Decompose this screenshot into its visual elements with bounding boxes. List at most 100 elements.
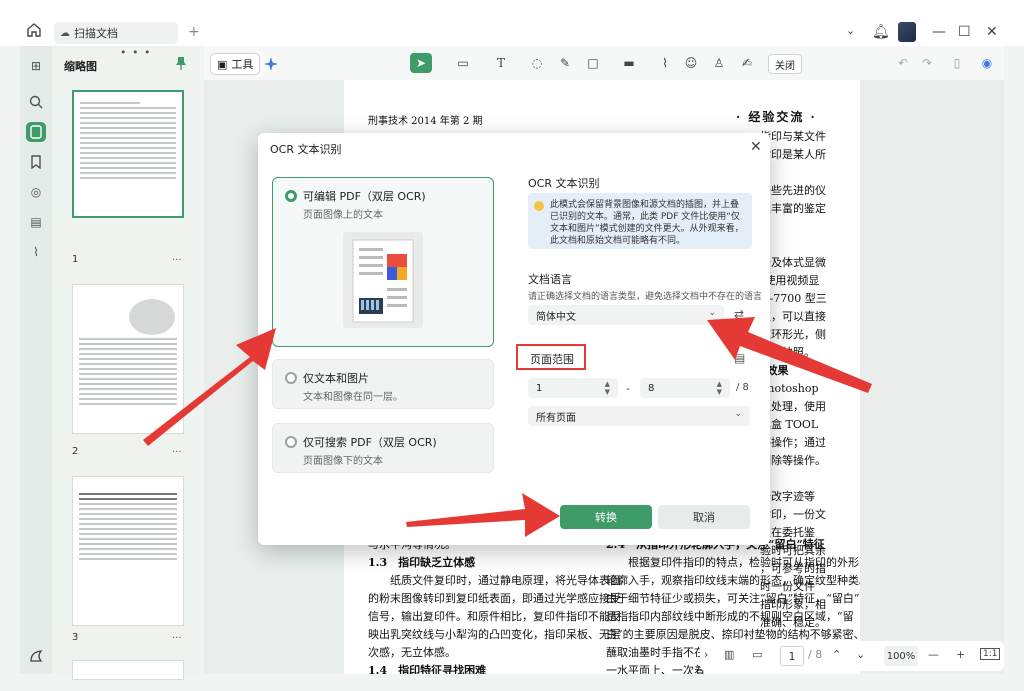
document-tab[interactable]: ☁ 扫描文档: [54, 22, 178, 44]
thumbnail-more-button[interactable]: ...: [172, 444, 182, 455]
text-line: 次感，无立体感。: [368, 646, 456, 659]
text-line: 直接拍照。: [760, 346, 815, 359]
comment-icon[interactable]: ◌: [528, 54, 546, 72]
page-thumbnail-2[interactable]: [72, 284, 184, 434]
thumbnail-more-button[interactable]: ...: [172, 252, 182, 263]
text-line: 指印是某人所: [760, 148, 826, 161]
convert-button[interactable]: 转换: [560, 505, 652, 529]
new-tab-button[interactable]: +: [188, 24, 200, 40]
close-icon[interactable]: ✕: [750, 139, 762, 155]
comment-list-icon[interactable]: ▤: [26, 212, 46, 232]
apps-grid-icon[interactable]: ⊞: [26, 56, 46, 76]
ai-sparkle-icon[interactable]: [262, 55, 280, 73]
attachment-icon[interactable]: ⌇: [26, 242, 46, 262]
text-line: [760, 164, 860, 182]
range-from-input[interactable]: 1 ▲ ▼: [528, 378, 618, 398]
language-settings-icon[interactable]: ⇄: [734, 307, 744, 321]
option-subtitle: 页面图像下的文本: [303, 456, 383, 467]
toolbox-icon: ▣: [217, 57, 228, 71]
option-text-and-images[interactable]: 仅文本和图片 文本和图像在同一层。: [272, 359, 494, 409]
stepper-icon[interactable]: ▲ ▼: [717, 380, 722, 396]
cancel-button[interactable]: 取消: [658, 505, 750, 529]
next-page-icon[interactable]: ⌄: [856, 648, 865, 661]
range-from-value: 1: [536, 382, 543, 394]
expand-icon[interactable]: ›: [704, 648, 708, 661]
option-editable-pdf[interactable]: 可编辑 PDF（双层 OCR) 页面图像上的文本: [272, 177, 494, 347]
attach-icon[interactable]: ⌇: [656, 54, 674, 72]
theme-toggle-icon[interactable]: [28, 648, 44, 664]
minimize-icon[interactable]: —: [932, 24, 946, 40]
radio-text-and-images[interactable]: [285, 372, 297, 384]
bell-icon[interactable]: 🔔︎: [872, 24, 890, 40]
page-range-settings-icon[interactable]: ▤: [734, 351, 745, 365]
title-bar: ☁ 扫描文档 + ⌄ 🔔︎ — ☐ ✕: [0, 0, 1024, 46]
page-header-left: 刑事技术 2014 年第 2 期: [368, 116, 483, 127]
prev-page-icon[interactable]: ⌃: [832, 648, 841, 661]
save-icon[interactable]: ▯: [948, 54, 966, 72]
text-line: 仪，可以直接: [760, 310, 826, 323]
tab-list-chevron-icon[interactable]: ⌄: [846, 24, 855, 37]
close-window-icon[interactable]: ✕: [986, 24, 998, 40]
assistant-icon[interactable]: ◉: [978, 54, 996, 72]
language-description: 请正确选择文档的语言类型，避免选择文档中不存在的语言: [528, 292, 763, 302]
panel-drag-handle[interactable]: • • •: [120, 46, 151, 59]
chevron-down-icon: ⌄: [708, 308, 716, 318]
text-line: ?效果: [760, 364, 789, 377]
text-line: 及丰富的鉴定: [760, 202, 826, 215]
sticker-icon[interactable]: ☺: [682, 54, 700, 72]
thumbnail-panel-title: 缩略图: [64, 60, 97, 73]
option-searchable-pdf[interactable]: 仅可搜索 PDF（双层 OCR) 页面图像下的文本: [272, 423, 494, 473]
search-icon[interactable]: [26, 92, 46, 112]
option-title: 仅可搜索 PDF（双层 OCR): [303, 436, 437, 449]
highlighter-icon[interactable]: ✎: [556, 54, 574, 72]
home-icon[interactable]: [26, 22, 42, 38]
option-title: 仅文本和图片: [303, 372, 369, 385]
text-box-icon[interactable]: ▭: [454, 54, 472, 72]
page-subset-select[interactable]: 所有页面 ⌄: [528, 406, 750, 426]
presentation-icon[interactable]: ▭: [752, 648, 762, 661]
shape-icon[interactable]: □: [584, 54, 602, 72]
zoom-in-icon[interactable]: +: [956, 648, 965, 661]
fit-page-icon[interactable]: 1:1: [980, 648, 1001, 660]
reading-mode-icon[interactable]: ▥: [724, 648, 734, 661]
thumbnail-page-number: 2: [72, 446, 79, 457]
tools-button-label: 工具: [231, 58, 254, 71]
total-pages: / 8: [808, 648, 823, 661]
page-thumbnail-4[interactable]: [72, 660, 184, 680]
undo-icon[interactable]: ↶: [894, 54, 912, 72]
text-tool-icon[interactable]: T: [492, 54, 510, 72]
close-toolbar-button[interactable]: 关闭: [768, 54, 802, 74]
signature-icon[interactable]: ✍: [738, 54, 756, 72]
range-total: / 8: [736, 382, 749, 393]
ai-chat-icon[interactable]: ◎: [26, 182, 46, 202]
stamp-icon[interactable]: ♙: [710, 54, 728, 72]
stepper-icon[interactable]: ▲ ▼: [605, 380, 610, 396]
redo-icon[interactable]: ↷: [918, 54, 936, 72]
dialog-title: OCR 文本识别: [270, 143, 342, 156]
language-select[interactable]: 简体中文 ⌄: [528, 305, 724, 325]
zoom-out-icon[interactable]: —: [928, 648, 939, 661]
page-thumbnail-1[interactable]: [72, 90, 184, 218]
thumbnail-page-icon[interactable]: [26, 122, 46, 142]
range-to-input[interactable]: 8 ▲ ▼: [640, 378, 730, 398]
radio-editable-pdf[interactable]: [285, 190, 297, 202]
zoom-level[interactable]: 100%: [884, 646, 918, 666]
status-bar: › ▥ ▭ 1 / 8 ⌃ ⌄ 100% — + 1:1: [700, 641, 1004, 671]
tools-button[interactable]: ▣ 工具: [210, 53, 261, 75]
ocr-section-title: OCR 文本识别: [528, 177, 600, 190]
pin-icon[interactable]: [175, 56, 187, 70]
avatar[interactable]: [898, 22, 916, 42]
select-cursor-icon[interactable]: ➤: [410, 53, 432, 73]
current-page-input[interactable]: 1: [780, 646, 804, 666]
language-title: 文档语言: [528, 273, 572, 286]
text-line: [760, 218, 860, 236]
thumbnail-more-button[interactable]: ...: [172, 630, 182, 641]
maximize-icon[interactable]: ☐: [958, 24, 971, 40]
main-toolbar: ▣ 工具 ➤ ▭ T ◌ ✎ □ ▬ ⌇ ☺ ♙ ✍ 关闭 ↶ ↷ ▯ ◉: [204, 46, 1004, 80]
measure-icon[interactable]: ▬: [620, 54, 638, 72]
radio-searchable-pdf[interactable]: [285, 436, 297, 448]
text-line: 指印与某文件: [760, 130, 826, 143]
thumbnail-page-number: 3: [72, 632, 79, 643]
bookmark-icon[interactable]: [26, 152, 46, 172]
page-thumbnail-3[interactable]: [72, 476, 184, 626]
